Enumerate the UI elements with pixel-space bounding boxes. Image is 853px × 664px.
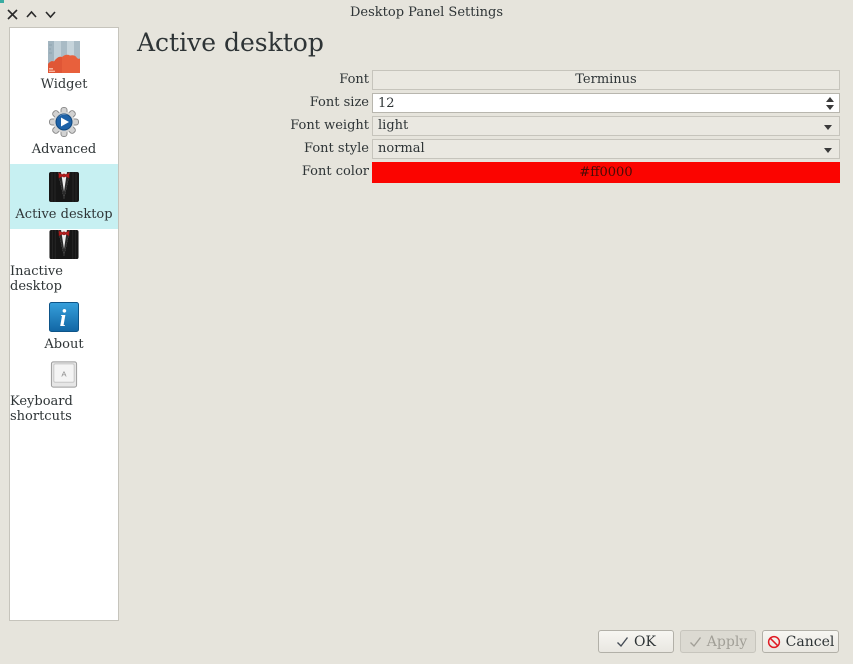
sidebar-item-label: Inactive desktop <box>10 264 118 294</box>
form-row-font-color: Font color #ff0000 <box>0 162 843 183</box>
keyboard-key-icon: A <box>48 359 80 390</box>
font-color-button[interactable]: #ff0000 <box>372 162 840 183</box>
font-color-label: Font color <box>0 162 372 183</box>
window-controls <box>6 6 57 19</box>
chevron-down-icon <box>824 125 832 130</box>
spin-up-icon[interactable] <box>826 97 834 102</box>
form-row-font-style: Font style normal <box>0 139 843 159</box>
font-weight-label: Font weight <box>0 116 372 136</box>
cancel-no-entry-icon <box>767 635 781 649</box>
font-button[interactable]: Terminus <box>372 70 840 90</box>
ok-button-label: OK <box>634 634 656 650</box>
cancel-button-label: Cancel <box>786 634 835 650</box>
apply-button[interactable]: Apply <box>680 630 756 653</box>
check-icon <box>689 636 702 648</box>
close-icon[interactable] <box>6 6 19 19</box>
widget-chart-icon <box>48 41 80 73</box>
spin-down-icon[interactable] <box>826 105 834 110</box>
sidebar-item-label: About <box>44 337 83 352</box>
font-size-spinner[interactable] <box>826 97 834 110</box>
apply-button-label: Apply <box>707 634 747 650</box>
cancel-button[interactable]: Cancel <box>762 630 839 653</box>
about-info-icon: i <box>48 301 80 333</box>
shade-down-icon[interactable] <box>44 6 57 19</box>
font-size-input[interactable] <box>372 93 840 113</box>
window-title: Desktop Panel Settings <box>0 0 853 20</box>
sidebar-item-label: Keyboard shortcuts <box>10 394 118 424</box>
page-title: Active desktop <box>137 28 324 57</box>
titlebar: Desktop Panel Settings <box>0 0 853 24</box>
form-row-font-size: Font size <box>0 93 843 113</box>
form-row-font-weight: Font weight light <box>0 116 843 136</box>
font-weight-value: light <box>378 118 408 133</box>
sidebar-item-label: Active desktop <box>15 207 112 222</box>
font-weight-dropdown[interactable]: light <box>372 116 840 136</box>
sidebar-item-inactive-desktop[interactable]: Inactive desktop <box>10 229 118 294</box>
font-size-label: Font size <box>0 93 372 113</box>
form-row-font: Font Terminus <box>0 70 843 90</box>
chevron-down-icon <box>824 148 832 153</box>
svg-text:A: A <box>61 369 67 378</box>
font-label: Font <box>0 70 372 90</box>
sidebar-item-about[interactable]: i About <box>10 294 118 359</box>
sidebar-item-keyboard-shortcuts[interactable]: A Keyboard shortcuts <box>10 359 118 424</box>
font-size-field-wrap <box>372 93 840 113</box>
font-style-dropdown[interactable]: normal <box>372 139 840 159</box>
svg-text:i: i <box>60 306 67 332</box>
check-icon <box>616 636 629 648</box>
font-style-label: Font style <box>0 139 372 159</box>
settings-form: Font Terminus Font size Font weight ligh… <box>0 70 843 186</box>
font-style-value: normal <box>378 141 425 156</box>
inactive-desktop-tuxedo-icon <box>48 229 80 260</box>
shade-up-icon[interactable] <box>25 6 38 19</box>
ok-button[interactable]: OK <box>598 630 674 653</box>
